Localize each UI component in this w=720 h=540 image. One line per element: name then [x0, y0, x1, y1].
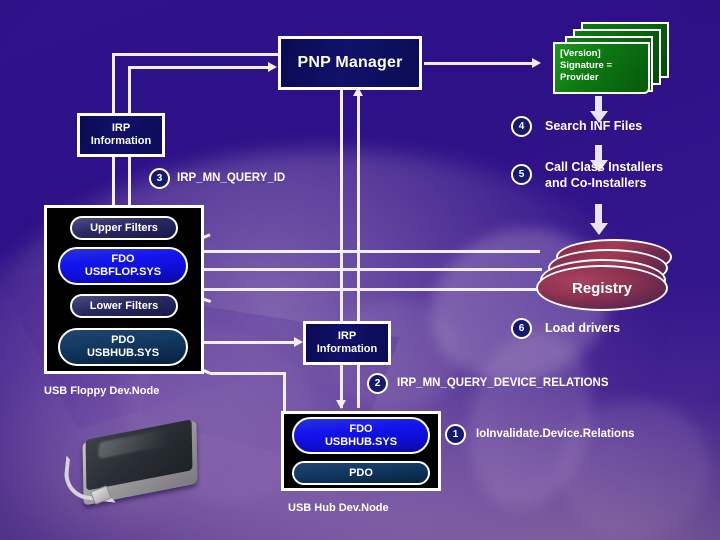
connector-arrowhead-right — [532, 58, 541, 68]
devnode-layer-fdo[interactable]: FDO USBHUB.SYS — [292, 417, 430, 454]
step-number: 5 — [518, 169, 525, 180]
inf-files-stack[interactable]: [Version] Signature = Provider — [545, 22, 670, 94]
irp-information-label: IRP Information — [316, 330, 378, 355]
step-marker-4[interactable]: 4 — [511, 116, 532, 137]
connector-line — [128, 66, 270, 69]
step-number: 4 — [518, 121, 525, 132]
connector-line — [424, 62, 534, 65]
usb-hub-devnode-label: USB Hub Dev.Node — [288, 502, 389, 514]
step-marker-3[interactable]: 3 — [149, 168, 170, 189]
devnode-layer-label: PDO — [349, 466, 373, 479]
step-label-2: IRP_MN_QUERY_DEVICE_RELATIONS — [397, 377, 609, 389]
connector-arrowhead-down — [336, 400, 346, 409]
step-number: 3 — [156, 173, 163, 184]
registry-node[interactable]: Registry — [536, 239, 678, 315]
inf-file-front-sheet: [Version] Signature = Provider — [553, 42, 650, 94]
devnode-layer-label: Upper Filters — [90, 221, 158, 234]
inf-file-text: [Version] Signature = Provider — [560, 48, 612, 83]
connector-arrowhead-right — [268, 62, 277, 72]
step-label-5: Call Class Installers and Co-Installers — [545, 160, 664, 190]
irp-information-label: IRP Information — [90, 122, 152, 147]
step-marker-6[interactable]: 6 — [511, 318, 532, 339]
connector-line — [204, 250, 540, 253]
connector-line — [112, 53, 280, 56]
step-number: 6 — [518, 323, 525, 334]
step-arrow-install-to-registry — [589, 204, 608, 235]
step-marker-5[interactable]: 5 — [511, 164, 532, 185]
pnp-manager-label: PNP Manager — [297, 53, 403, 71]
connector-line — [150, 268, 542, 271]
connector-arrowhead-right — [294, 337, 303, 347]
step-label-4: Search INF Files — [545, 119, 643, 133]
step-marker-2[interactable]: 2 — [367, 373, 388, 394]
devnode-layer-pdo[interactable]: PDO — [292, 461, 430, 485]
usb-floppy-devnode-label: USB Floppy Dev.Node — [44, 385, 160, 397]
step-label-3: IRP_MN_QUERY_ID — [177, 172, 286, 184]
devnode-layer-label: FDO USBFLOP.SYS — [84, 253, 162, 278]
irp-information-node-top[interactable]: IRP Information — [77, 113, 165, 157]
connector-line — [210, 372, 286, 375]
pnp-manager-node[interactable]: PNP Manager — [278, 36, 422, 90]
devnode-layer-label: Lower Filters — [89, 299, 159, 312]
usb-floppy-drive-photo — [58, 418, 218, 514]
devnode-layer-label: PDO USBHUB.SYS — [86, 334, 160, 359]
irp-information-node-bottom[interactable]: IRP Information — [303, 321, 391, 365]
step-number: 1 — [452, 429, 459, 440]
devnode-layer-lower-filters[interactable]: Lower Filters — [70, 294, 178, 318]
step-arrow-search-to-install — [589, 145, 608, 172]
devnode-layer-upper-filters[interactable]: Upper Filters — [70, 216, 178, 240]
connector-line — [196, 341, 296, 344]
connector-line — [283, 372, 286, 414]
step-number: 2 — [374, 378, 381, 389]
step-arrow-inf-to-search — [589, 96, 608, 123]
step-label-1: IoInvalidate.Device.Relations — [476, 428, 635, 440]
registry-label: Registry — [571, 279, 633, 297]
connector-line — [204, 288, 540, 291]
devnode-layer-fdo[interactable]: FDO USBFLOP.SYS — [58, 247, 188, 285]
step-marker-1[interactable]: 1 — [445, 424, 466, 445]
devnode-layer-pdo[interactable]: PDO USBHUB.SYS — [58, 328, 188, 366]
step-label-6: Load drivers — [545, 321, 621, 335]
registry-front-layer: Registry — [536, 265, 668, 311]
slide-canvas: PNP Manager [Version] Signature = Provid… — [0, 0, 720, 540]
devnode-layer-label: FDO USBHUB.SYS — [324, 422, 398, 448]
